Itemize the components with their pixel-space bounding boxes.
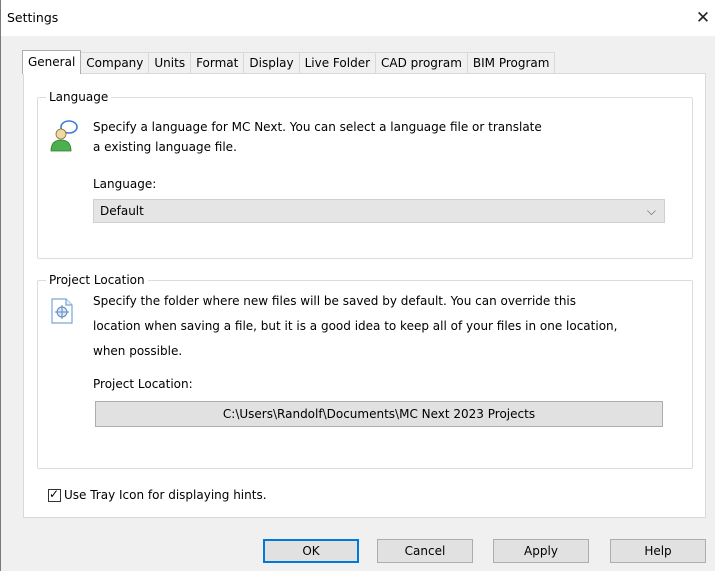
apply-button[interactable]: Apply — [493, 539, 589, 563]
title-bar: Settings ✕ — [1, 0, 715, 36]
language-group: Language — [37, 90, 693, 259]
language-selected-value: Default — [100, 204, 144, 218]
help-button[interactable]: Help — [610, 539, 706, 563]
project-location-group-title: Project Location — [49, 273, 145, 287]
tab-units[interactable]: Units — [148, 52, 192, 74]
tab-format[interactable]: Format — [190, 52, 245, 74]
checkmark-icon: ✓ — [49, 486, 60, 501]
tab-bim-program[interactable]: BIM Program — [466, 52, 556, 74]
tab-live-folder[interactable]: Live Folder — [298, 52, 377, 74]
language-group-title: Language — [49, 90, 109, 104]
tray-icon-checkbox[interactable]: ✓ — [48, 486, 61, 502]
language-description-line-2: a existing language file. — [93, 140, 237, 154]
tab-strip: General Company Units Format Display Liv… — [22, 50, 556, 74]
tray-icon-label: Use Tray Icon for displaying hints. — [64, 488, 267, 502]
tab-display[interactable]: Display — [243, 52, 300, 74]
project-location-field-label: Project Location: — [93, 377, 193, 391]
language-field-label: Language: — [93, 177, 157, 191]
general-tab-panel: Language Specify a language for MC Next.… — [23, 73, 706, 518]
project-description-line-1: Specify the folder where new files will … — [93, 294, 577, 308]
close-icon[interactable]: ✕ — [690, 4, 715, 32]
project-location-path-button[interactable]: C:\Users\Randolf\Documents\MC Next 2023 … — [95, 401, 663, 427]
tab-cad-program[interactable]: CAD program — [375, 52, 468, 74]
cancel-button[interactable]: Cancel — [377, 539, 473, 563]
language-description-line-1: Specify a language for MC Next. You can … — [93, 120, 542, 134]
tab-general[interactable]: General — [22, 50, 82, 74]
project-description-line-2: location when saving a file, but it is a… — [93, 319, 618, 333]
tray-icon-option[interactable]: ✓ Use Tray Icon for displaying hints. — [48, 486, 267, 502]
language-people-icon — [48, 119, 78, 152]
folder-location-icon — [49, 297, 79, 329]
language-dropdown[interactable]: Default ⌵ — [93, 199, 665, 223]
project-description-line-3: when possible. — [93, 344, 183, 358]
window-title: Settings — [7, 10, 59, 25]
ok-button[interactable]: OK — [263, 539, 359, 563]
settings-dialog: Settings ✕ General Company Units Format … — [0, 0, 715, 571]
chevron-down-icon: ⌵ — [646, 204, 656, 218]
tab-company[interactable]: Company — [80, 52, 150, 74]
